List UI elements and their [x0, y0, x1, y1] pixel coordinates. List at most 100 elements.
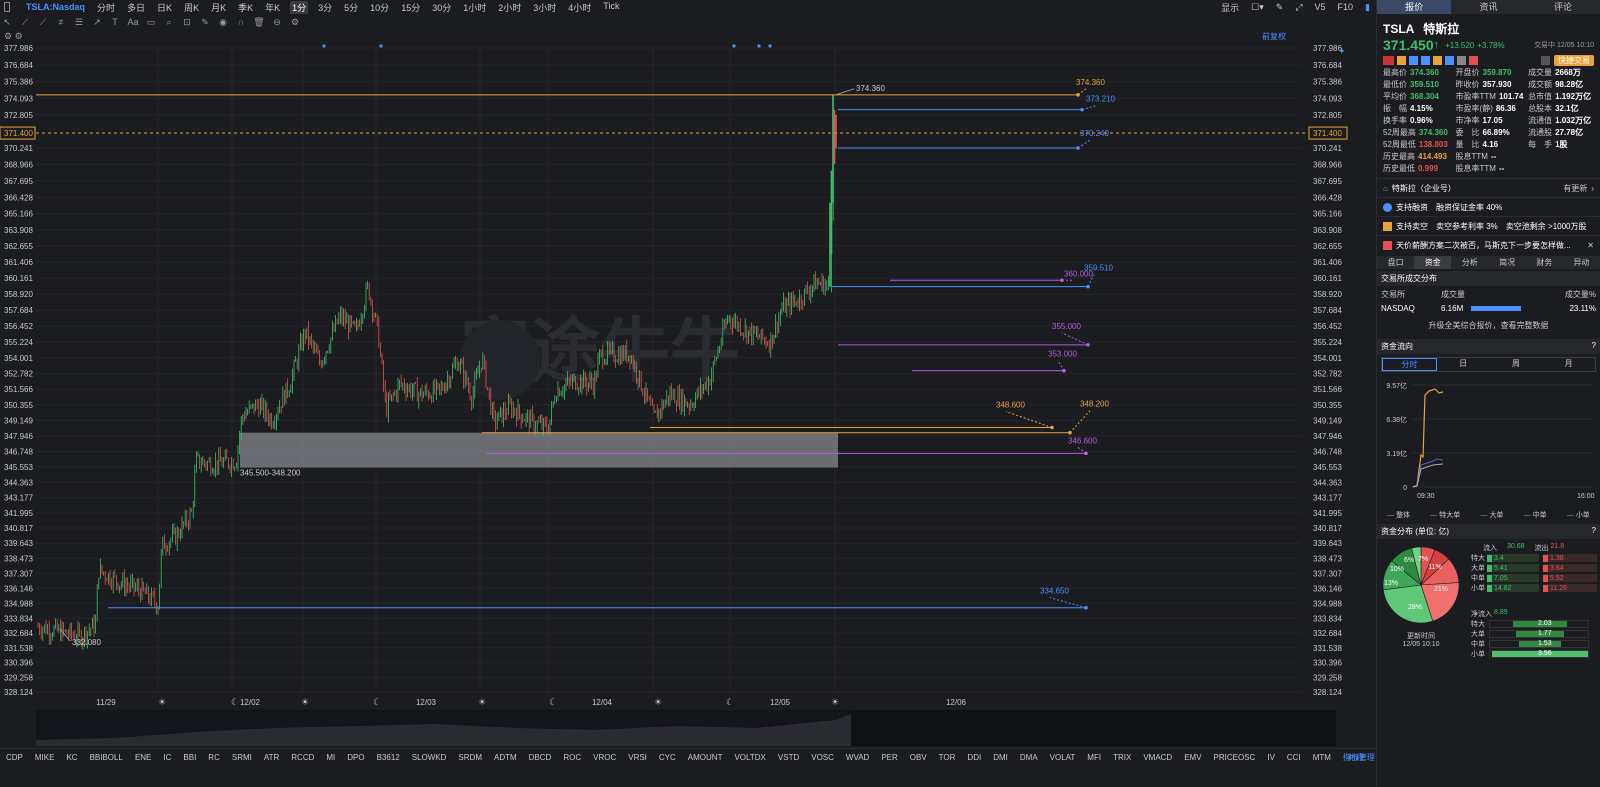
event-marker[interactable] — [768, 44, 772, 48]
indicator-item[interactable]: RCCD — [291, 753, 314, 762]
period-tab[interactable]: 4小时 — [566, 1, 593, 14]
channel-tool-icon[interactable]: ≠ — [54, 16, 68, 28]
restore-toggle[interactable]: 前复权 — [1262, 31, 1286, 42]
quick-trade-button[interactable]: 快捷交易 — [1554, 54, 1594, 66]
indicator-item[interactable]: ENE — [135, 753, 151, 762]
indicator-item[interactable]: ADTM — [494, 753, 517, 762]
indicator-item[interactable]: VRSI — [628, 753, 647, 762]
settings-icon[interactable]: ⚙ — [288, 16, 302, 28]
indicator-item[interactable]: VROC — [593, 753, 616, 762]
indicator-item[interactable]: TOR — [939, 753, 956, 762]
indicator-item[interactable]: BBI — [183, 753, 196, 762]
flow-tab[interactable]: 日 — [1437, 358, 1490, 371]
detail-tab[interactable]: 资金 — [1414, 256, 1452, 269]
panel-toggle-icon[interactable]: ▮ — [1365, 2, 1370, 13]
sidebar-tab[interactable]: 评论 — [1526, 0, 1600, 14]
indicator-item[interactable]: VOLAT — [1050, 753, 1076, 762]
indicator-item[interactable]: VSTD — [778, 753, 799, 762]
indicator-item[interactable]: ROC — [563, 753, 581, 762]
detail-tab[interactable]: 异动 — [1563, 256, 1600, 269]
indicator-item[interactable]: WVAD — [846, 753, 869, 762]
indicator-item[interactable]: AMOUNT — [688, 753, 723, 762]
period-tab[interactable]: 季K — [236, 1, 255, 14]
indicator-item[interactable]: CDP — [6, 753, 23, 762]
edit-icon[interactable]: ✎ — [198, 16, 212, 28]
indicator-item[interactable]: DMA — [1020, 753, 1038, 762]
level-handle[interactable] — [1086, 343, 1090, 347]
event-marker[interactable] — [322, 44, 326, 48]
ticker-label[interactable]: TSLA:Nasdaq — [26, 2, 85, 12]
indicator-item[interactable]: PRICEOSC — [1214, 753, 1256, 762]
indicator-item[interactable]: VOSC — [811, 753, 834, 762]
sidebar-tab[interactable]: 资讯 — [1451, 0, 1525, 14]
square-icon[interactable]: ☐▾ — [1251, 2, 1264, 13]
help-icon[interactable]: ? — [1592, 341, 1596, 352]
range-navigator[interactable] — [36, 710, 1336, 746]
f10-button[interactable]: F10 — [1338, 2, 1354, 12]
layers-icon[interactable]: ⊖ — [270, 16, 284, 28]
eye-icon[interactable]: ◉ — [216, 16, 230, 28]
indicator-item[interactable]: IC — [163, 753, 171, 762]
indicator-item[interactable]: RC — [208, 753, 220, 762]
font-tool-icon[interactable]: Aa — [126, 16, 140, 28]
indicator-item[interactable]: BBIBOLL — [90, 753, 123, 762]
v5-button[interactable]: V5 — [1315, 2, 1326, 12]
period-tab[interactable]: 5分 — [342, 1, 360, 14]
indicator-item[interactable]: VOLTDX — [734, 753, 765, 762]
layout-icon[interactable] — [4, 2, 10, 12]
indicator-item[interactable]: EMV — [1184, 753, 1201, 762]
indicator-item[interactable]: TRIX — [1113, 753, 1131, 762]
help-icon[interactable]: ? — [1592, 526, 1596, 537]
indicator-item[interactable]: VMACD — [1143, 753, 1172, 762]
pin-icon[interactable]: ✦ — [1338, 46, 1346, 56]
flow-tab[interactable]: 周 — [1490, 358, 1543, 371]
period-tab[interactable]: 月K — [209, 1, 228, 14]
line-tool-icon[interactable]: ⟋ — [18, 16, 32, 28]
pen-icon[interactable]: ✎ — [1276, 2, 1284, 13]
detail-tab[interactable]: 分析 — [1451, 256, 1488, 269]
comment-icon[interactable]: ▭ — [144, 16, 158, 28]
event-marker[interactable] — [757, 44, 761, 48]
period-tab[interactable]: 年K — [263, 1, 282, 14]
support-zone[interactable] — [240, 432, 838, 468]
indicator-item[interactable]: MI — [326, 753, 335, 762]
period-tab[interactable]: Tick — [601, 1, 621, 14]
indicator-item[interactable]: PER — [881, 753, 897, 762]
detail-tab[interactable]: 财务 — [1526, 256, 1563, 269]
search-icon[interactable]: ⌕ — [162, 16, 176, 28]
text-tool-icon[interactable]: T — [108, 16, 122, 28]
indicator-item[interactable]: SRDM — [458, 753, 482, 762]
indicator-item[interactable]: DPO — [347, 753, 364, 762]
period-tab[interactable]: 30分 — [430, 1, 453, 14]
price-chart[interactable]: 377.986 377.986 376.684 376.684 375.386 375.3… — [0, 30, 1376, 710]
period-tab[interactable]: 10分 — [368, 1, 391, 14]
lock-icon[interactable] — [1541, 55, 1550, 65]
period-tab[interactable]: 分时 — [95, 1, 117, 14]
arrow-tool-icon[interactable]: ↗ — [90, 16, 104, 28]
indicator-item[interactable]: KC — [66, 753, 77, 762]
fullscreen-icon[interactable]: ⤢ — [1295, 2, 1302, 13]
magnet-icon[interactable]: ∩ — [234, 16, 248, 28]
ray-tool-icon[interactable]: ⟋ — [36, 16, 50, 28]
indicator-item[interactable]: SLOWKD — [412, 753, 447, 762]
detail-tab[interactable]: 盘口 — [1377, 256, 1414, 269]
trash-icon[interactable]: 🗑 — [252, 16, 266, 28]
period-tab[interactable]: 1小时 — [461, 1, 488, 14]
period-tab[interactable]: 1分 — [290, 0, 309, 14]
measure-icon[interactable]: ⊡ — [180, 16, 194, 28]
news-row[interactable]: 天价薪酬方案二次被否，马斯克下一步要怎样做... ✕ — [1377, 235, 1600, 254]
indicator-item[interactable]: IV — [1267, 753, 1275, 762]
sidebar-tab[interactable]: 报价 — [1377, 0, 1452, 14]
indicator-item[interactable]: DBCD — [529, 753, 552, 762]
display-menu[interactable]: 显示 — [1221, 1, 1239, 14]
event-marker[interactable] — [379, 44, 383, 48]
period-tab[interactable]: 周K — [182, 1, 201, 14]
period-tab[interactable]: 15分 — [399, 1, 422, 14]
indicator-item[interactable]: SRMI — [232, 753, 252, 762]
heart-icon[interactable] — [1469, 55, 1478, 65]
company-row[interactable]: ⌂ 特斯拉（企业号） 有更新 › — [1377, 178, 1600, 197]
period-tab[interactable]: 日K — [155, 1, 174, 14]
indicator-item[interactable]: CYC — [659, 753, 676, 762]
indicator-item[interactable]: MIKE — [35, 753, 55, 762]
period-tab[interactable]: 3分 — [316, 1, 334, 14]
